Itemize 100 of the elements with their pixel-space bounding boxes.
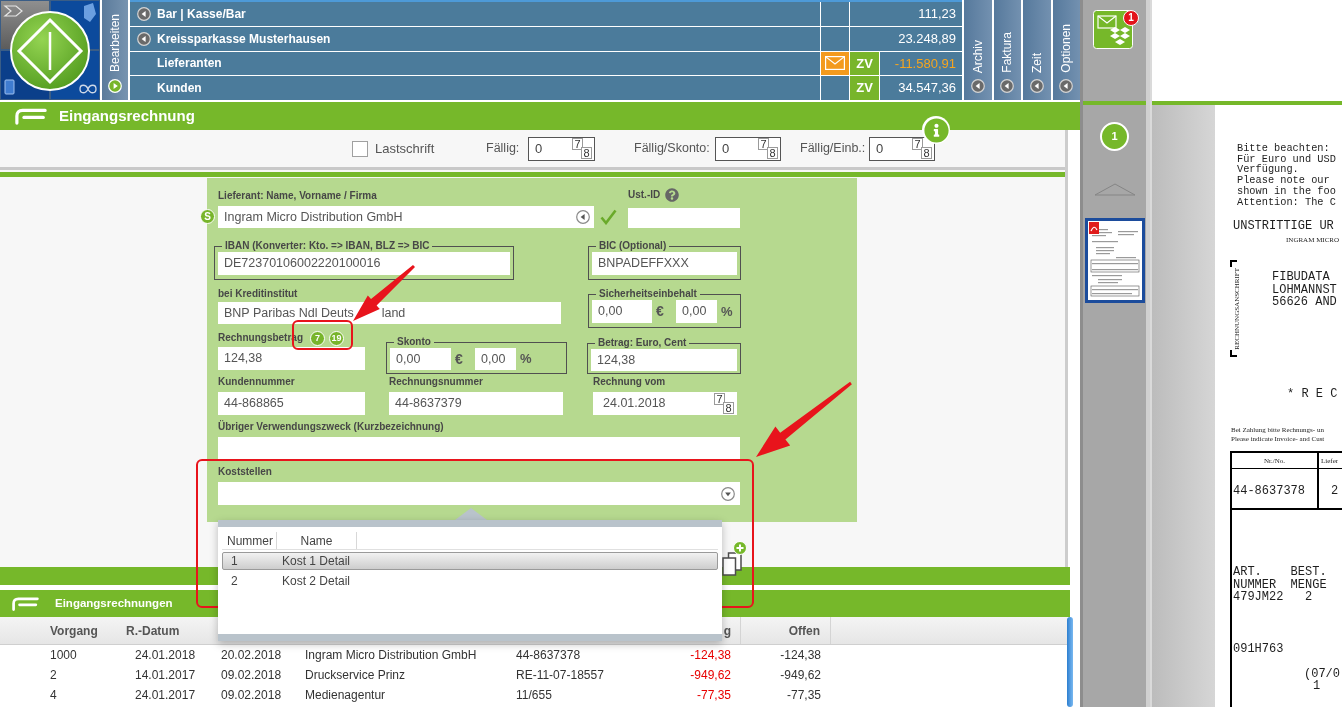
document-text: Für Euro und USD: [1237, 153, 1336, 165]
text-field[interactable]: 124,38: [591, 349, 737, 371]
column-header[interactable]: R.-Datum: [126, 621, 180, 640]
field-label: Fällig/Skonto:: [634, 140, 711, 158]
document-text: ART. BEST.: [1233, 566, 1327, 579]
table-cell-text: -77,35: [786, 687, 821, 704]
mail-box-icon[interactable]: [1093, 10, 1133, 49]
table-cell-text: 09.02.2018: [221, 667, 282, 684]
field-label: Ust.-ID: [628, 189, 661, 201]
list-row[interactable]: 2 Kost 2 Detail: [222, 572, 718, 590]
column-header[interactable]: g: [723, 621, 731, 640]
table-cell-text: -949,62: [690, 667, 731, 684]
table-cell-text: 4: [50, 687, 57, 704]
section-title: Eingangsrechnung: [59, 105, 195, 126]
help-icon[interactable]: [665, 188, 680, 202]
document-text: 091H763: [1233, 643, 1284, 656]
table-cell-text: 20.02.2018: [221, 647, 282, 664]
document-text: Please note our: [1237, 175, 1330, 186]
account-row[interactable]: Kreissparkasse Musterhausen 23.248,89: [130, 26, 962, 51]
text-field[interactable]: 124,38: [218, 347, 365, 370]
document-text: Verfügung.: [1237, 164, 1299, 176]
select-field[interactable]: [218, 482, 740, 505]
table-cell-text: 14.01.2017: [135, 667, 196, 684]
scrollbar-thumb[interactable]: [1067, 617, 1073, 707]
column-header[interactable]: Offen: [788, 621, 820, 640]
table-cell-text: -124,38: [690, 647, 731, 664]
field-label: BIC (Optional): [598, 240, 668, 252]
account-row[interactable]: Bar | Kasse/Bar 111,23: [130, 2, 962, 26]
arrow-left-icon[interactable]: [576, 210, 590, 224]
dropdown-icon[interactable]: [721, 486, 735, 501]
field-label: Rechnungsnummer: [389, 376, 484, 388]
date-field[interactable]: 24.01.2018 7 8: [593, 392, 737, 415]
account-balance: 111,23: [918, 5, 956, 24]
table-cell-text: -77,35: [696, 687, 731, 704]
text-field[interactable]: 0,00: [390, 348, 451, 370]
add-document-icon[interactable]: [722, 541, 747, 576]
text-field[interactable]: 44-8637379: [389, 392, 563, 415]
date-picker-button[interactable]: 7 8: [714, 393, 734, 414]
date-picker-button[interactable]: 7 8: [572, 138, 592, 159]
date-field[interactable]: 0 7 8: [715, 136, 781, 161]
account-balance: -11.580,91: [894, 54, 956, 73]
side-tab[interactable]: Zeit: [1023, 0, 1051, 100]
text-field[interactable]: 0,00: [676, 300, 717, 323]
field-label: Rechnung vom: [593, 376, 667, 388]
side-tab[interactable]: Optionen: [1052, 0, 1080, 100]
list-row[interactable]: 1 Kost 1 Detail: [222, 552, 718, 570]
account-name: Lieferanten: [157, 55, 222, 73]
side-tab[interactable]: Faktura: [993, 0, 1021, 100]
side-tab[interactable]: Bearbeiten: [102, 0, 128, 100]
corner-mark: [1230, 260, 1237, 268]
table-cell-text: Ingram Micro Distribution GmbH: [305, 647, 477, 664]
document-text: 2: [1331, 484, 1339, 499]
text-field[interactable]: BNPADEFFXXX: [592, 252, 737, 275]
list-cell-text: 1: [230, 553, 239, 570]
document-text: 1: [1313, 680, 1321, 693]
combo-field[interactable]: Ingram Micro Distribution GmbH: [218, 206, 594, 228]
play-icon[interactable]: [108, 79, 122, 93]
text-field[interactable]: 0,00: [592, 300, 652, 323]
account-name: Kunden: [157, 80, 202, 98]
document-text: 479JM22 2: [1233, 591, 1313, 604]
table-cell-text: 24.01.2018: [135, 647, 196, 664]
date-field[interactable]: 0 7 8: [869, 136, 935, 161]
column-header[interactable]: Vorgang: [50, 621, 98, 640]
account-balance: 23.248,89: [898, 29, 956, 48]
text-field[interactable]: 0,00: [475, 348, 516, 370]
document-heading: * R E C: [1287, 387, 1338, 402]
date-field[interactable]: 0 7 8: [528, 136, 595, 161]
document-text: FIBUDATA: [1272, 271, 1330, 284]
field-label: Skonto: [396, 336, 432, 348]
text-field[interactable]: DE72370106002220100016: [218, 252, 510, 275]
field-label: Sicherheitseinbehalt: [598, 288, 698, 300]
checkbox-label: Lastschrift: [375, 139, 436, 158]
pdf-icon: [1088, 222, 1099, 234]
column-header[interactable]: Name: [300, 531, 333, 550]
column-header[interactable]: Nummer: [227, 531, 273, 550]
table-cell-text: -949,62: [780, 667, 821, 684]
unit-label: €: [656, 302, 665, 321]
document-text: 44-8637378: [1233, 484, 1305, 499]
document-text: LOHMANNST: [1272, 283, 1337, 297]
checkbox[interactable]: [352, 140, 368, 157]
document-heading: UNSTRITTIGE UR: [1233, 219, 1334, 234]
text-field[interactable]: [628, 208, 740, 228]
date-picker-button[interactable]: 7 8: [758, 138, 778, 159]
corner-mark: [1230, 350, 1237, 358]
field-label: IBAN (Konverter: Kto. => IBAN, BLZ => BIC: [224, 240, 431, 252]
side-tab[interactable]: Archiv: [964, 0, 992, 100]
field-label: Kundennummer: [218, 376, 296, 388]
app-logo-icon[interactable]: [0, 0, 100, 100]
field-label: bei Kreditinstitut: [218, 288, 299, 300]
text-field[interactable]: BNP Paribas Ndl Deuts land: [218, 302, 561, 324]
list-cell-text: Kost 2 Detail: [282, 573, 351, 590]
table-cell-text: -124,38: [780, 647, 821, 664]
envelope-icon: [825, 56, 845, 71]
table-cell-text: 1000: [50, 647, 77, 664]
text-field[interactable]: 44-868865: [218, 392, 365, 415]
list-cell-text: Kost 1 Detail: [282, 553, 351, 570]
document-text: Attention: The C: [1237, 196, 1336, 208]
table-cell-text: 2: [50, 667, 57, 684]
text-field[interactable]: [218, 437, 740, 460]
account-row[interactable]: Kunden ZV 34.547,36: [130, 76, 962, 100]
